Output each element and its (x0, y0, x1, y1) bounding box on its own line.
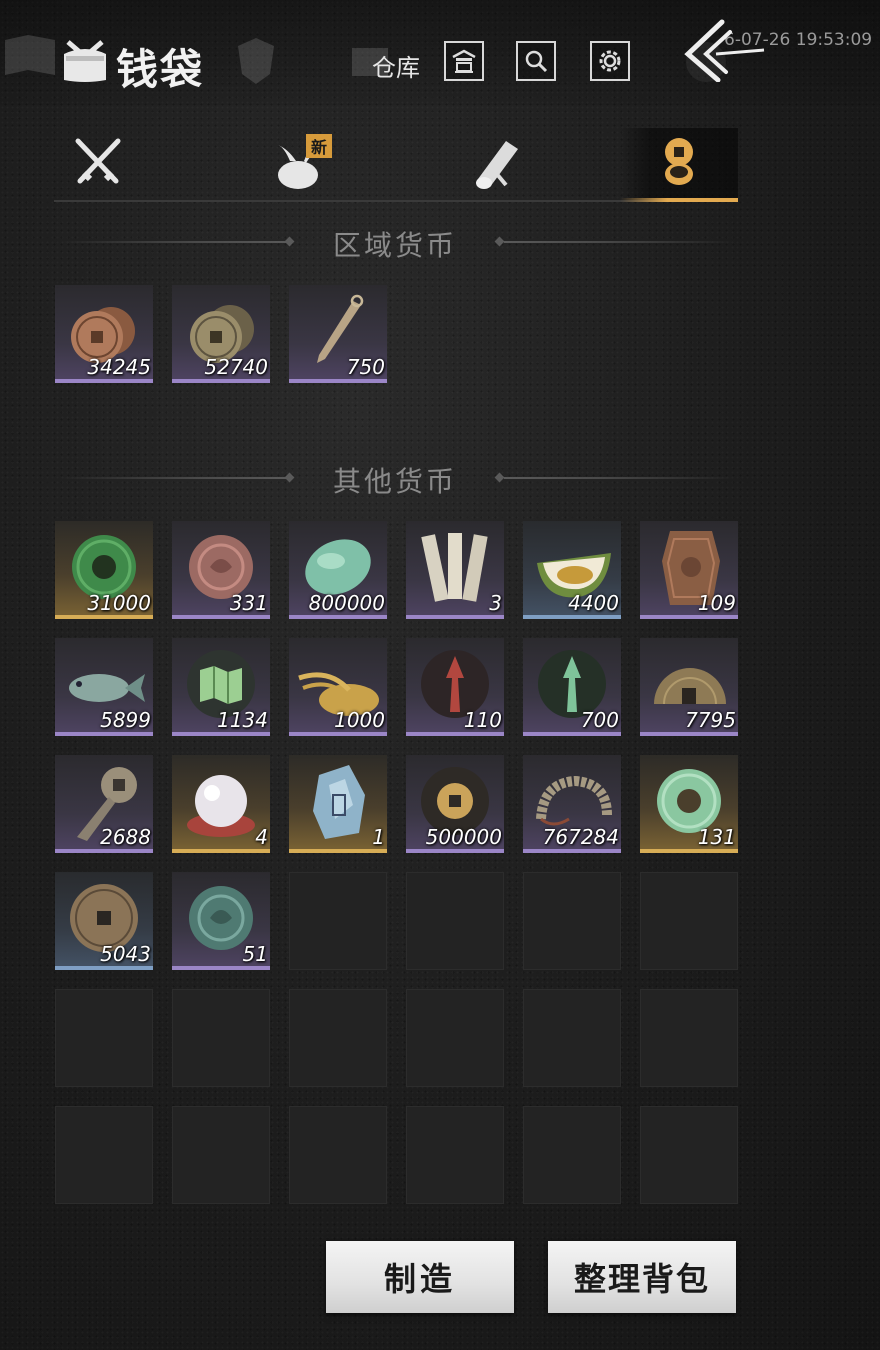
item-count: 331 (229, 591, 268, 615)
empty-slot (172, 1106, 270, 1204)
item-count: 1000 (334, 708, 385, 732)
search-icon (525, 50, 548, 73)
empty-slot (55, 989, 153, 1087)
item-slot[interactable]: 52740 (172, 285, 270, 383)
item-count: 1 (372, 825, 385, 849)
section-divider (504, 477, 734, 479)
empty-slot (289, 989, 387, 1087)
item-count: 1134 (217, 708, 268, 732)
section-divider (504, 241, 734, 243)
item-slot[interactable]: 3 (406, 521, 504, 619)
shield-icon (238, 38, 274, 84)
item-count: 52740 (204, 355, 268, 379)
search-button[interactable] (516, 41, 556, 81)
item-count: 500000 (425, 825, 502, 849)
scroll-icon (476, 141, 518, 189)
item-count: 767284 (542, 825, 619, 849)
back-arrow-icon[interactable] (678, 18, 768, 82)
item-slot[interactable]: 800000 (289, 521, 387, 619)
empty-slot (523, 872, 621, 970)
item-count: 51 (242, 942, 268, 966)
empty-slot (55, 1106, 153, 1204)
item-count: 7795 (685, 708, 736, 732)
empty-slot (640, 989, 738, 1087)
tab-scrolls[interactable] (436, 128, 556, 198)
header: 钱袋 仓库 6-07-26 19:53:09 (0, 0, 880, 110)
item-count: 3 (489, 591, 502, 615)
item-slot[interactable]: 7795 (640, 638, 738, 736)
item-count: 4 (255, 825, 268, 849)
empty-slot (523, 1106, 621, 1204)
item-slot[interactable]: 4400 (523, 521, 621, 619)
item-slot[interactable]: 1 (289, 755, 387, 853)
item-slot[interactable]: 1000 (289, 638, 387, 736)
tab-active-indicator (620, 198, 738, 202)
item-slot[interactable]: 2688 (55, 755, 153, 853)
item-count: 31000 (87, 591, 151, 615)
empty-slot (289, 872, 387, 970)
item-count: 109 (697, 591, 736, 615)
item-count: 110 (463, 708, 502, 732)
empty-slot (406, 1106, 504, 1204)
section-title-regional: 区域货币 (332, 229, 457, 262)
crossed-swords-icon (75, 138, 121, 184)
item-slot[interactable]: 5043 (55, 872, 153, 970)
empty-slot (289, 1106, 387, 1204)
warehouse-button[interactable] (444, 41, 484, 81)
gear-icon (599, 50, 621, 72)
book-icon (5, 35, 55, 75)
item-slot[interactable]: 131 (640, 755, 738, 853)
item-slot[interactable]: 500000 (406, 755, 504, 853)
item-count: 800000 (308, 591, 385, 615)
item-count: 750 (346, 355, 385, 379)
item-count: 2688 (100, 825, 151, 849)
empty-slot (406, 872, 504, 970)
warehouse-label[interactable]: 仓库 (372, 48, 420, 83)
item-count: 34245 (87, 355, 151, 379)
item-slot[interactable]: 51 (172, 872, 270, 970)
item-slot[interactable]: 700 (523, 638, 621, 736)
item-count: 5899 (100, 708, 151, 732)
item-slot[interactable]: 31000 (55, 521, 153, 619)
section-title-other: 其他货币 (332, 465, 457, 498)
item-slot[interactable]: 4 (172, 755, 270, 853)
empty-slot (640, 872, 738, 970)
craft-button[interactable]: 制造 (326, 1241, 514, 1313)
empty-slot (523, 989, 621, 1087)
item-slot[interactable]: 109 (640, 521, 738, 619)
tab-items[interactable] (240, 128, 360, 198)
item-count: 5043 (100, 942, 151, 966)
item-count: 131 (697, 825, 736, 849)
item-slot[interactable]: 110 (406, 638, 504, 736)
item-count: 4400 (568, 591, 619, 615)
empty-slot (406, 989, 504, 1087)
tab-weapons[interactable] (38, 128, 158, 198)
item-slot[interactable]: 1134 (172, 638, 270, 736)
warehouse-icon (452, 49, 476, 73)
item-slot[interactable]: 5899 (55, 638, 153, 736)
item-count: 700 (580, 708, 619, 732)
category-tabs (54, 128, 738, 202)
item-slot[interactable]: 750 (289, 285, 387, 383)
item-slot[interactable]: 331 (172, 521, 270, 619)
empty-slot (172, 989, 270, 1087)
settings-button[interactable] (590, 41, 630, 81)
page-title: 钱袋 (116, 45, 205, 94)
empty-slot (640, 1106, 738, 1204)
item-slot[interactable]: 767284 (523, 755, 621, 853)
coins-icon (665, 138, 693, 185)
tab-currency[interactable] (620, 128, 738, 198)
sort-bag-button[interactable]: 整理背包 (548, 1241, 736, 1313)
item-slot[interactable]: 34245 (55, 285, 153, 383)
new-badge: 新 (306, 134, 332, 158)
bag-icon (64, 40, 106, 82)
